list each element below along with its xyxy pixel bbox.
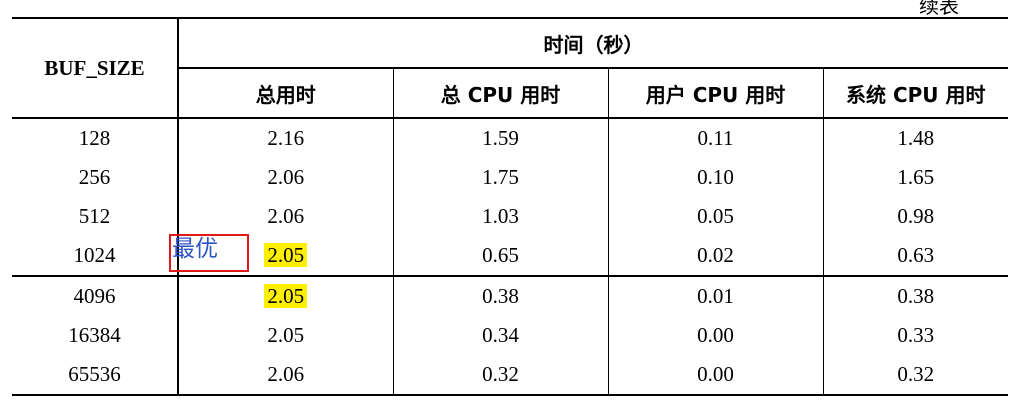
cell-user-cpu: 0.10 <box>608 158 824 197</box>
table-row: 16384 2.05 0.34 0.00 0.33 <box>12 316 1008 355</box>
cell-buf-size: 65536 <box>12 355 179 395</box>
header-total-time: 总用时 <box>178 68 394 119</box>
cell-total-cpu: 1.75 <box>393 158 609 197</box>
highlighted-value: 2.05 <box>264 284 308 308</box>
cell-total: 2.05 <box>178 275 394 316</box>
cell-total: 2.06 <box>178 197 394 236</box>
header-buf-size: BUF_SIZE <box>12 18 179 119</box>
cell-buf-size: 256 <box>12 158 179 197</box>
header-sys-cpu: 系统 CPU 用时 <box>823 68 1008 119</box>
cell-total: 2.16 <box>178 118 394 158</box>
cell-sys-cpu: 0.33 <box>897 323 935 347</box>
cell-buf-size: 1024 <box>12 236 179 276</box>
cell-sys-cpu: 0.38 <box>823 275 1008 316</box>
cell-total: 2.05 <box>178 316 394 355</box>
cell-user-cpu: 0.00 <box>608 355 824 395</box>
cell-user-cpu: 0.02 <box>608 236 824 276</box>
cell-total-cpu: 0.32 <box>393 355 609 395</box>
cell-user-cpu: 0.05 <box>608 197 824 236</box>
cell-user-cpu: 0.11 <box>608 118 824 158</box>
results-table-wrapper: BUF_SIZE 时间（秒） 总用时 总 CPU 用时 用户 CPU 用时 系统… <box>12 17 1008 396</box>
table-row: 512 2.06 1.03 0.05 0.98 <box>12 197 1008 236</box>
header-user-cpu: 用户 CPU 用时 <box>608 68 824 119</box>
header-time-group: 时间（秒） <box>178 18 1008 69</box>
cell-sys-cpu: 0.98 <box>897 204 935 228</box>
cell-sys-cpu: 0.63 <box>897 243 935 267</box>
cell-buf-size: 16384 <box>12 316 179 355</box>
cell-total-cpu: 0.65 <box>393 236 609 276</box>
cell-user-cpu: 0.01 <box>608 275 824 316</box>
highlighted-value: 2.05 <box>264 243 308 267</box>
table-row: 1024 2.05 0.65 0.02 0.63 <box>12 236 1008 276</box>
cell-sys-cpu: 0.32 <box>897 362 935 386</box>
table-row: 256 2.06 1.75 0.10 1.65 <box>12 158 1008 197</box>
table-row: 128 2.16 1.59 0.11 1.48 <box>12 118 1008 158</box>
table-row: 65536 2.06 0.32 0.00 0.32 <box>12 355 1008 395</box>
best-annotation-label: 最优 <box>172 236 218 262</box>
cell-buf-size: 128 <box>12 118 179 158</box>
buffer-size-timing-table: BUF_SIZE 时间（秒） 总用时 总 CPU 用时 用户 CPU 用时 系统… <box>12 17 1008 396</box>
cell-buf-size: 4096 <box>12 275 179 316</box>
cell-sys-cpu: 1.48 <box>897 126 935 150</box>
table-row: 4096 2.05 0.38 0.01 0.38 <box>12 275 1008 316</box>
cell-total: 2.06 <box>178 158 394 197</box>
header-total-cpu: 总 CPU 用时 <box>393 68 609 119</box>
cell-total-cpu: 1.59 <box>393 118 609 158</box>
cell-total-cpu: 0.34 <box>393 316 609 355</box>
cell-user-cpu: 0.00 <box>608 316 824 355</box>
cell-buf-size: 512 <box>12 197 179 236</box>
cell-total-cpu: 1.03 <box>393 197 609 236</box>
cell-sys-cpu: 1.65 <box>897 165 935 189</box>
cell-total: 2.06 <box>178 355 394 395</box>
cell-total-cpu: 0.38 <box>393 275 609 316</box>
